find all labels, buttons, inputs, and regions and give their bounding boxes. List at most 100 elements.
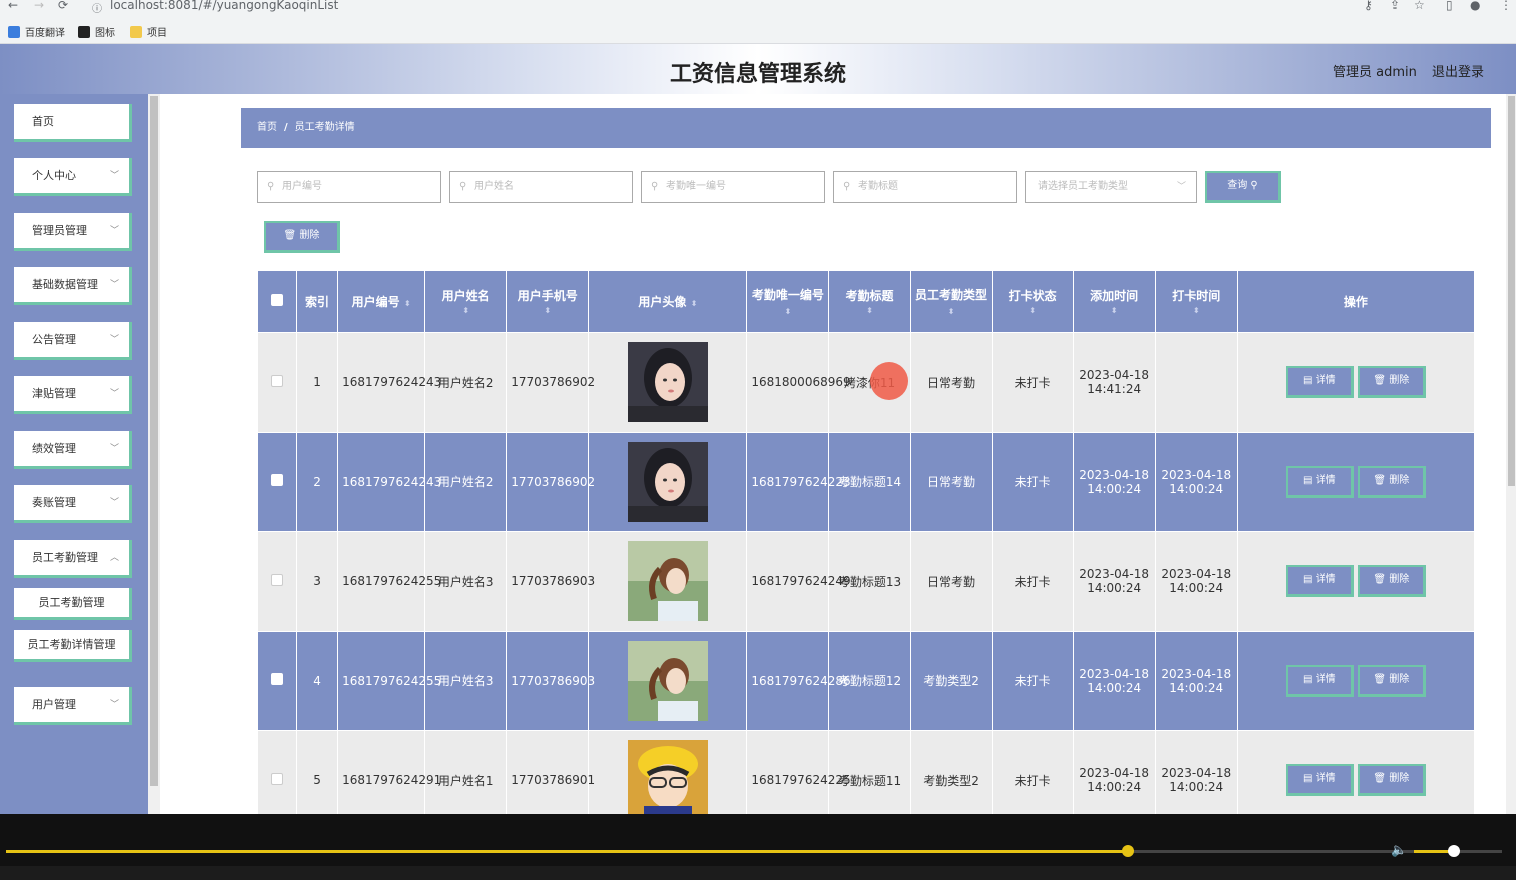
index-cell: 2 (296, 431, 339, 532)
row-checkbox[interactable] (271, 474, 284, 487)
row-delete-button[interactable]: 🗑 删除 (1357, 664, 1426, 697)
row-delete-button[interactable]: 🗑 删除 (1357, 565, 1426, 598)
info-icon[interactable]: ⓘ (92, 0, 102, 15)
detail-button[interactable]: ▤ 详情 (1285, 366, 1354, 399)
detail-button[interactable]: ▤ 详情 (1285, 465, 1354, 498)
sidebar-item-attendance[interactable]: 员工考勤管理 ︿ (14, 540, 132, 578)
table-row[interactable]: 3 1681797624255 用户姓名3 17703786903 1681797624… (256, 531, 1476, 632)
col-punch-time[interactable]: 打卡时间 ⬍ (1154, 270, 1238, 333)
col-attendance-title[interactable]: 考勤标题 ⬍ (828, 270, 911, 333)
page-scrollbar-thumb[interactable] (1508, 96, 1515, 486)
bookmark-icons[interactable]: 图标 (78, 24, 115, 39)
sidebar-item-label: 首页 (32, 115, 54, 128)
sidebar-subitem-attendance[interactable]: 员工考勤管理 (14, 588, 132, 620)
sidebar-subitem-attendance-detail[interactable]: 员工考勤详情管理 (14, 630, 132, 662)
select-all-checkbox[interactable] (271, 294, 284, 306)
col-user-code[interactable]: 用户编号 ⬍ (337, 270, 426, 333)
profile-icon[interactable]: ● (1470, 0, 1480, 12)
sort-icon[interactable]: ⬍ (691, 299, 698, 308)
sidebar: 首页 个人中心 ﹀ 管理员管理 ﹀ 基础数据管理 ﹀ 公告管理 ﹀ 津贴管理 ﹀ 绩效管理… (0, 94, 150, 814)
row-checkbox[interactable] (271, 772, 284, 785)
col-status[interactable]: 打卡状态 ⬍ (991, 270, 1074, 333)
url-text[interactable]: localhost:8081/#/yuangongKaoqinList (110, 0, 338, 12)
volume-knob[interactable] (1448, 845, 1460, 857)
attendance-code-input[interactable]: ⚲ 考勤唯一编号 (641, 171, 825, 203)
sort-icon[interactable]: ⬍ (948, 307, 955, 316)
share-icon[interactable]: ⇪ (1390, 0, 1400, 12)
attendance-title-input[interactable]: ⚲ 考勤标题 (833, 171, 1017, 203)
sidebar-item-profile[interactable]: 个人中心 ﹀ (14, 158, 132, 196)
delete-label: 删除 (1389, 574, 1410, 586)
sort-icon[interactable]: ⬍ (510, 306, 585, 316)
attendance-code-placeholder: 考勤唯一编号 (666, 181, 726, 192)
detail-button[interactable]: ▤ 详情 (1285, 664, 1354, 697)
table-row[interactable]: 1 1681797624243 用户姓名2 17703786902 1681800068… (256, 332, 1476, 433)
col-avatar[interactable]: 用户头像 ⬍ (588, 270, 748, 333)
forward-icon[interactable]: → (34, 0, 44, 12)
punch-time-cell: 2023-04-18 14:00:24 (1154, 630, 1238, 731)
sort-icon[interactable]: ⬍ (1159, 306, 1234, 316)
status-cell: 未打卡 (991, 531, 1074, 632)
detail-button[interactable]: ▤ 详情 (1285, 764, 1354, 797)
user-code-input[interactable]: ⚲ 用户编号 (257, 171, 441, 203)
sidebar-item-home[interactable]: 首页 (14, 104, 132, 142)
key-icon[interactable]: ⚷ (1364, 0, 1373, 12)
row-checkbox[interactable] (271, 573, 284, 586)
table-row[interactable]: 4 1681797624255 用户姓名3 17703786903 1681797624… (256, 630, 1476, 731)
menu-dots-icon[interactable]: ⋮ (1500, 0, 1512, 12)
row-delete-button[interactable]: 🗑 删除 (1357, 764, 1426, 797)
sort-icon[interactable]: ⬍ (785, 307, 792, 316)
breadcrumb-home[interactable]: 首页 (257, 122, 277, 133)
sidebar-item-admin[interactable]: 管理员管理 ﹀ (14, 213, 132, 251)
sort-icon[interactable]: ⬍ (1077, 306, 1152, 316)
video-progress-track[interactable] (6, 845, 1502, 857)
sidebar-item-label: 津贴管理 (32, 387, 76, 400)
sidebar-scrollbar-thumb[interactable] (150, 96, 158, 786)
row-delete-button[interactable]: 🗑 删除 (1357, 366, 1426, 399)
col-attendance-type[interactable]: 员工考勤类型 ⬍ (909, 270, 993, 333)
sidebar-item-notice[interactable]: 公告管理 ﹀ (14, 322, 132, 360)
sidebar-item-users[interactable]: 用户管理 ﹀ (14, 687, 132, 725)
sidebar-item-basic-data[interactable]: 基础数据管理 ﹀ (14, 267, 132, 305)
col-user-name[interactable]: 用户姓名 ⬍ (424, 270, 508, 333)
table-row[interactable]: 5 1681797624291 用户姓名1 17703786901 1681797624… (256, 730, 1476, 814)
breadcrumb-current: 员工考勤详情 (294, 122, 355, 133)
trash-icon: 🗑 (1373, 773, 1387, 785)
detail-button[interactable]: ▤ 详情 (1285, 565, 1354, 598)
col-attendance-code[interactable]: 考勤唯一编号 ⬍ (746, 270, 830, 333)
bulk-delete-button[interactable]: 🗑 删除 (264, 221, 340, 253)
row-checkbox[interactable] (271, 374, 284, 387)
attendance-code-cell: 1681797624286 (746, 630, 851, 731)
sidebar-item-allowance[interactable]: 津贴管理 ﹀ (14, 376, 132, 414)
attendance-type-select[interactable]: 请选择员工考勤类型 ﹀ (1025, 171, 1197, 203)
header-label: 用户手机号 (517, 289, 578, 303)
actions-cell: ▤ 详情 🗑 删除 (1236, 431, 1476, 532)
sidepanel-icon[interactable]: ▯ (1446, 0, 1453, 12)
user-code-placeholder: 用户编号 (282, 181, 322, 192)
sidebar-item-performance[interactable]: 绩效管理 ﹀ (14, 431, 132, 469)
row-checkbox[interactable] (271, 673, 284, 686)
sort-icon[interactable]: ⬍ (404, 299, 411, 308)
col-phone[interactable]: 用户手机号 ⬍ (506, 270, 590, 333)
video-progress-knob[interactable] (1122, 845, 1134, 857)
query-button[interactable]: 查询 ⚲ (1205, 171, 1281, 203)
sort-icon[interactable]: ⬍ (428, 306, 503, 316)
sidebar-item-accounts[interactable]: 奏账管理 ﹀ (14, 485, 132, 523)
logout-link[interactable]: 退出登录 (1432, 61, 1484, 80)
star-icon[interactable]: ☆ (1414, 0, 1425, 12)
trash-icon: 🗑 (283, 230, 297, 241)
row-delete-button[interactable]: 🗑 删除 (1357, 465, 1426, 498)
col-added-time[interactable]: 添加时间 ⬍ (1072, 270, 1156, 333)
bookmark-translate[interactable]: 百度翻译 (8, 24, 65, 39)
sort-icon[interactable]: ⬍ (996, 306, 1070, 316)
volume-icon[interactable]: 🔈 (1391, 843, 1407, 858)
table-row[interactable]: 2 1681797624243 用户姓名2 17703786902 1681797624… (256, 431, 1476, 532)
attendance-code-cell: 1681800068969 (746, 332, 851, 433)
user-name-input[interactable]: ⚲ 用户姓名 (449, 171, 633, 203)
back-icon[interactable]: ← (8, 0, 18, 12)
reload-icon[interactable]: ⟳ (58, 0, 68, 12)
sort-icon[interactable]: ⬍ (832, 306, 906, 316)
bookmark-project[interactable]: 项目 (130, 24, 167, 39)
attendance-type-cell: 考勤类型2 (909, 730, 993, 814)
attendance-title-placeholder: 考勤标题 (858, 181, 898, 192)
